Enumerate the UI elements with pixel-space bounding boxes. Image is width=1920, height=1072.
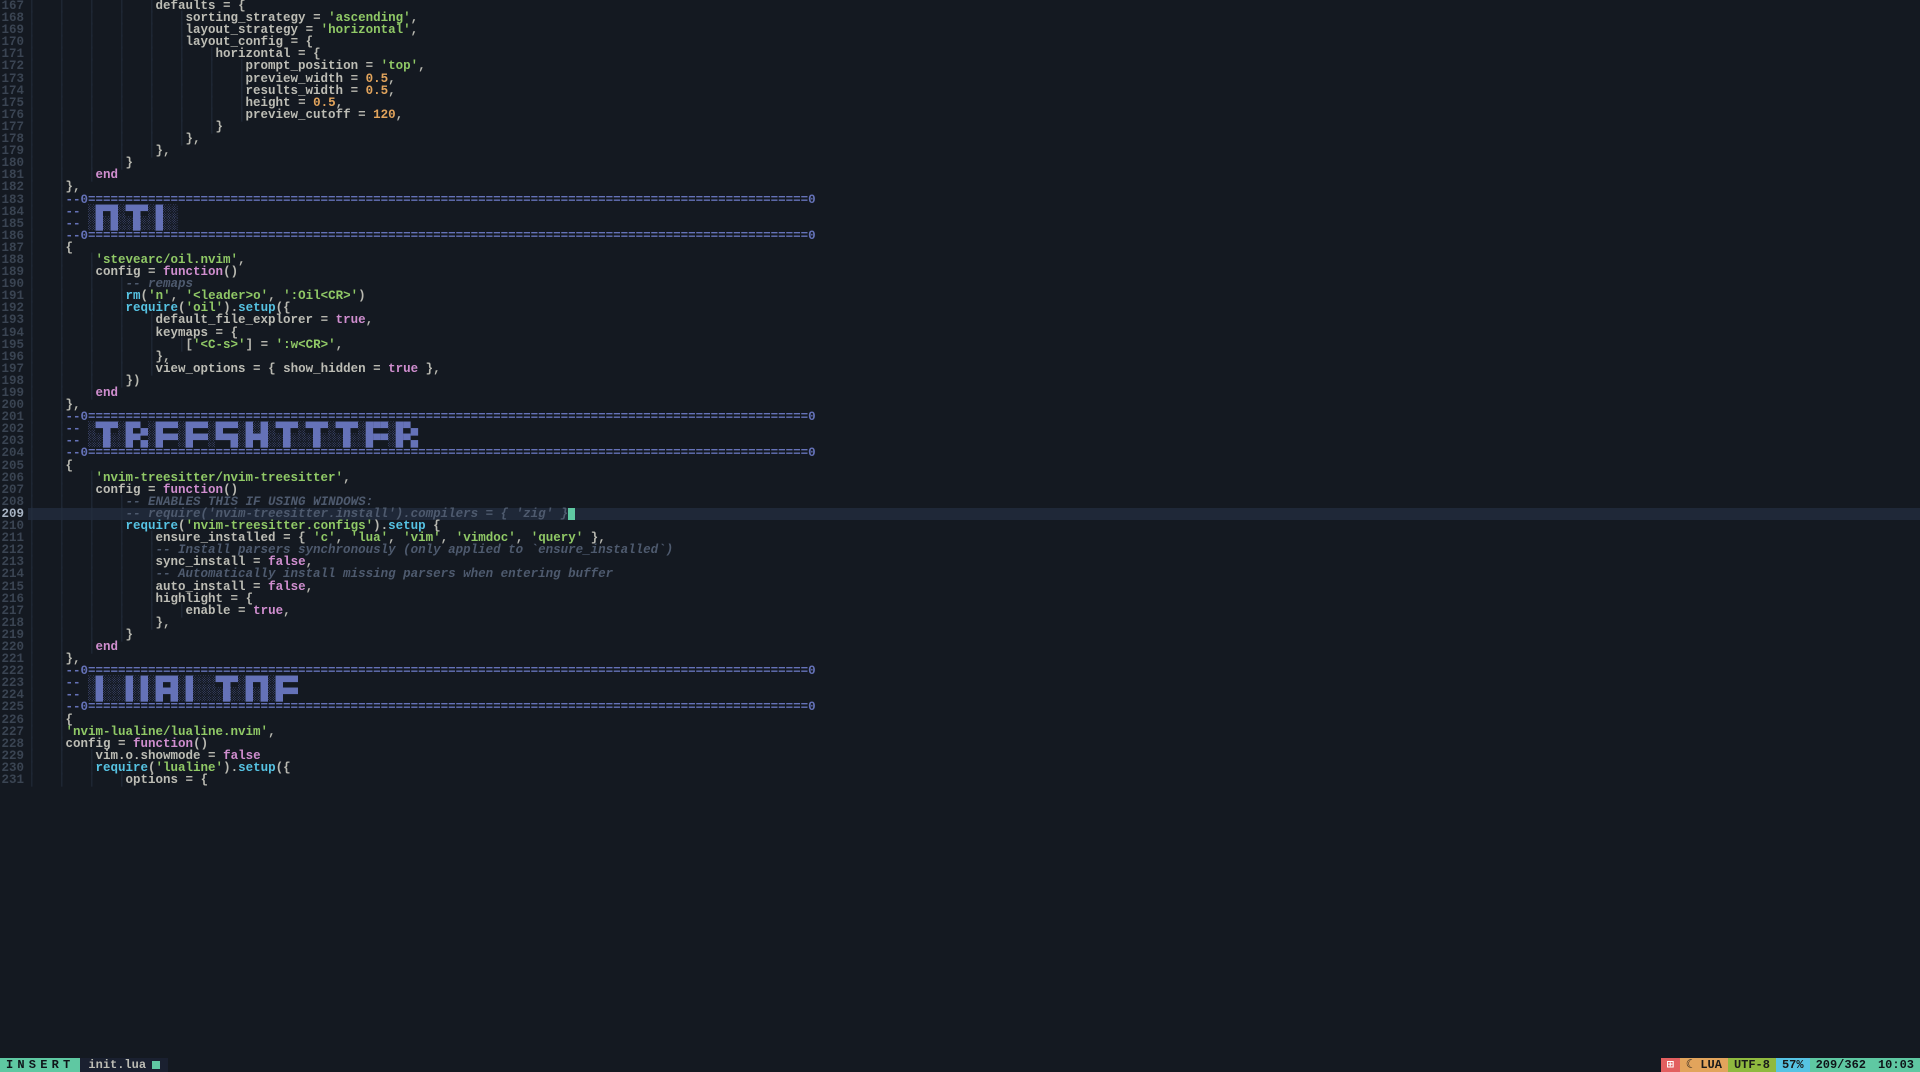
code-line[interactable]: │ │ │ │} bbox=[28, 629, 1920, 641]
code-line[interactable]: │ │ │ │ │ │enable = true, bbox=[28, 605, 1920, 617]
code-line[interactable]: │ │ │require('lualine').setup({ bbox=[28, 762, 1920, 774]
percent-segment: 57% bbox=[1776, 1058, 1810, 1072]
code-line[interactable]: │ │ │ │options = { bbox=[28, 774, 1920, 786]
code-line[interactable]: │ │ │vim.o.showmode = false bbox=[28, 750, 1920, 762]
mode-indicator: INSERT bbox=[0, 1058, 80, 1072]
code-line[interactable]: │ │ │ │ │ │ │ │preview_width = 0.5, bbox=[28, 73, 1920, 85]
code-line[interactable]: │ │ │ │ │ │}, bbox=[28, 133, 1920, 145]
code-line[interactable]: │ │config = function() bbox=[28, 738, 1920, 750]
code-line[interactable]: │ │{ bbox=[28, 460, 1920, 472]
code-line[interactable]: │ │ │ │ │highlight = { bbox=[28, 593, 1920, 605]
code-line[interactable]: │ │-- ░█▀█░▀█▀░█░░ bbox=[28, 206, 1920, 218]
code-line[interactable]: │ │--0==================================… bbox=[28, 447, 1920, 459]
modified-icon bbox=[152, 1061, 160, 1069]
code-line[interactable]: │ │ │ │ │}, bbox=[28, 145, 1920, 157]
code-line[interactable]: │ │ │ │ │ │ │ │results_width = 0.5, bbox=[28, 85, 1920, 97]
code-line[interactable]: │ │ │end bbox=[28, 169, 1920, 181]
code-line[interactable]: │ │ │ │ │default_file_explorer = true, bbox=[28, 314, 1920, 326]
code-line[interactable]: │ │{ bbox=[28, 242, 1920, 254]
code-line[interactable]: │ │ │'nvim-treesitter/nvim-treesitter', bbox=[28, 472, 1920, 484]
code-line[interactable]: │ │ │ │ │auto_install = false, bbox=[28, 581, 1920, 593]
statusline: INSERT init.lua ⊞ ☾ LUA UTF-8 57% 209/36… bbox=[0, 1058, 1920, 1072]
filetype-segment: ☾ LUA bbox=[1680, 1058, 1728, 1072]
code-line[interactable]: │ │ │ │ │keymaps = { bbox=[28, 327, 1920, 339]
code-line[interactable]: │ │--0==================================… bbox=[28, 194, 1920, 206]
text-cursor bbox=[568, 508, 575, 520]
code-line[interactable]: │ │ │'stevearc/oil.nvim', bbox=[28, 254, 1920, 266]
statusline-spacer bbox=[168, 1058, 1661, 1072]
code-line[interactable]: │ │--0==================================… bbox=[28, 701, 1920, 713]
code-line[interactable]: │ │ │ │ │ │ │ │prompt_position = 'top', bbox=[28, 60, 1920, 72]
code-line[interactable]: │ │ │ │}) bbox=[28, 375, 1920, 387]
encoding-segment: UTF-8 bbox=[1728, 1058, 1776, 1072]
code-line[interactable]: │ │{ bbox=[28, 714, 1920, 726]
code-line[interactable]: │ │ │ │ │view_options = { show_hidden = … bbox=[28, 363, 1920, 375]
code-line[interactable]: │ │'nvim-lualine/lualine.nvim', bbox=[28, 726, 1920, 738]
filename-segment: init.lua bbox=[80, 1058, 168, 1072]
code-line[interactable]: │ │ │ │ │-- Automatically install missin… bbox=[28, 568, 1920, 580]
lua-icon: ☾ bbox=[1686, 1058, 1693, 1072]
code-line[interactable]: │ │ │ │ │}, bbox=[28, 351, 1920, 363]
code-line[interactable]: │ │}, bbox=[28, 181, 1920, 193]
code-line[interactable]: │ │--0==================================… bbox=[28, 665, 1920, 677]
position-segment: 209/362 bbox=[1810, 1058, 1872, 1072]
code-line[interactable]: │ │ │ │ │}, bbox=[28, 617, 1920, 629]
editor-area[interactable]: 1671681691701711721731741751761771781791… bbox=[0, 0, 1920, 1058]
time-segment: 10:03 bbox=[1872, 1058, 1920, 1072]
code-line[interactable]: │ │--0==================================… bbox=[28, 230, 1920, 242]
code-line[interactable]: │ │ │ │ │ │ │ │preview_cutoff = 120, bbox=[28, 109, 1920, 121]
code-line[interactable]: │ │ │end bbox=[28, 641, 1920, 653]
code-line[interactable]: │ │ │ │rm('n', '<leader>o', ':Oil<CR>') bbox=[28, 290, 1920, 302]
code-line[interactable]: │ │ │ │} bbox=[28, 157, 1920, 169]
line-number-gutter: 1671681691701711721731741751761771781791… bbox=[0, 0, 28, 1058]
code-line[interactable]: │ │-- ░█░█░░█░░█░░ bbox=[28, 218, 1920, 230]
code-area[interactable]: │ │ │ │ │defaults = {│ │ │ │ │ │sorting_… bbox=[28, 0, 1920, 1058]
os-segment: ⊞ bbox=[1661, 1058, 1680, 1072]
code-line[interactable]: │ │-- ░█░░░█░█░█▀█░█░░░▀█▀░█▀█░█▀▀ bbox=[28, 677, 1920, 689]
windows-icon: ⊞ bbox=[1667, 1058, 1674, 1072]
filename-text: init.lua bbox=[88, 1058, 146, 1072]
code-line[interactable]: │ │ │ │ │ │ │} bbox=[28, 121, 1920, 133]
code-line[interactable]: │ │ │config = function() bbox=[28, 266, 1920, 278]
code-line[interactable]: │ │ │ │ │ │['<C-s>'] = ':w<CR>', bbox=[28, 339, 1920, 351]
code-line[interactable]: │ │ │end bbox=[28, 387, 1920, 399]
